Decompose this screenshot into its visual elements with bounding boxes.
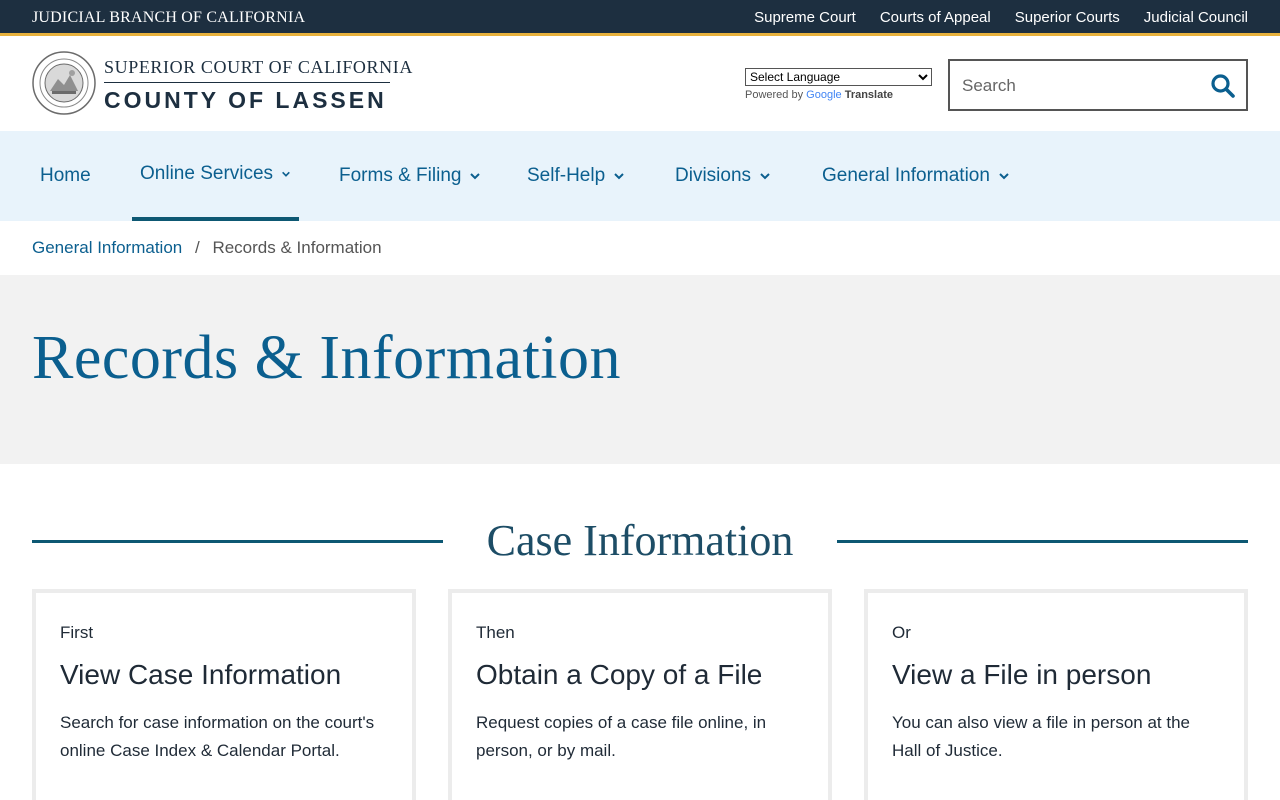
card-body: Request copies of a case file online, in… [476,713,767,760]
card-obtain-copy-of-file[interactable]: Then Obtain a Copy of a File Request cop… [448,589,832,800]
nav-item-label: Forms & Filing [339,165,462,186]
language-select[interactable]: Select Language [745,68,932,86]
breadcrumb-current: Records & Information [212,238,382,257]
translate-label: Translate [844,89,894,101]
card-kicker: Or [892,623,911,642]
page-title: Records & Information [32,324,622,392]
logo-divider [104,82,390,83]
chevron-down-icon [282,171,290,177]
branch-links: Supreme Court Courts of Appeal Superior … [754,9,1248,26]
nav-item-forms-filing[interactable]: Forms & Filing [339,131,481,221]
main-nav: Home Online Services Forms & Filing Self… [0,131,1280,221]
card-title[interactable]: View a File in person [892,659,1151,691]
judicial-branch-title[interactable]: JUDICIAL BRANCH OF CALIFORNIA [32,9,305,27]
breadcrumb: General Information / Records & Informat… [32,238,382,258]
page-hero: Records & Information [0,275,1280,464]
nav-item-label: Home [40,165,91,186]
chevron-down-icon [999,173,1009,180]
powered-by-google: Powered by Google Translate [745,89,932,101]
chevron-down-icon [614,173,624,180]
nav-item-general-information[interactable]: General Information [822,131,1010,221]
nav-item-label: Online Services [140,163,274,184]
card-kicker: First [60,623,94,642]
search-box [948,59,1248,111]
card-title[interactable]: View Case Information [60,659,341,691]
superior-courts-link[interactable]: Superior Courts [1015,9,1120,26]
chevron-down-icon [760,173,770,180]
card-body: Search for case information on the court… [60,713,375,760]
site-header: SUPERIOR COURT OF CALIFORNIA COUNTY OF L… [0,39,1280,131]
court-seal-icon[interactable] [32,51,96,115]
case-information-heading: Case Information [32,515,1248,567]
nav-item-label: General Information [822,165,990,186]
nav-item-label: Self-Help [527,165,606,186]
nav-item-online-services[interactable]: Online Services [132,131,299,221]
search-input[interactable] [962,73,1202,99]
nav-item-divisions[interactable]: Divisions [675,131,771,221]
search-icon[interactable] [1210,73,1236,99]
nav-item-home[interactable]: Home [40,131,91,221]
courts-of-appeal-link[interactable]: Courts of Appeal [880,9,991,26]
judicial-branch-bar: JUDICIAL BRANCH OF CALIFORNIA Supreme Co… [0,0,1280,36]
logo-county-name[interactable]: COUNTY OF LASSEN [104,87,387,114]
chevron-down-icon [470,173,481,180]
card-view-file-in-person[interactable]: Or View a File in person You can also vi… [864,589,1248,800]
breadcrumb-separator: / [194,238,200,257]
logo-superior-court[interactable]: SUPERIOR COURT OF CALIFORNIA [104,57,413,78]
nav-item-self-help[interactable]: Self-Help [527,131,625,221]
nav-item-label: Divisions [675,165,752,186]
card-title[interactable]: Obtain a Copy of a File [476,659,762,691]
judicial-council-link[interactable]: Judicial Council [1144,9,1248,26]
google-logo[interactable]: Google [806,89,841,101]
card-body: You can also view a file in person at th… [892,713,1191,760]
google-translate-widget: Select Language Powered by Google Transl… [745,68,932,101]
breadcrumb-general-information[interactable]: General Information [32,238,182,257]
powered-by-label: Powered by [745,89,804,101]
card-view-case-information[interactable]: First View Case Information Search for c… [32,589,416,800]
supreme-court-link[interactable]: Supreme Court [754,9,856,26]
card-kicker: Then [476,623,515,642]
heading-rule-right [837,540,1248,543]
